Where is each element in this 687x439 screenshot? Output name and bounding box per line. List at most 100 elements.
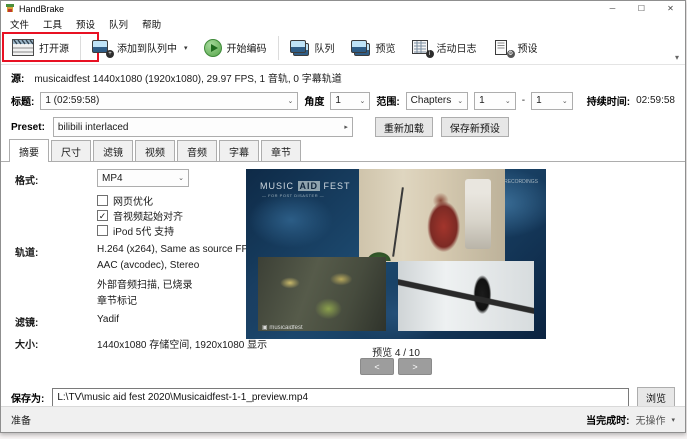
preview-image: MUSIC AID FEST — FOR POST DISASTER — TWI… <box>246 169 546 339</box>
range-dash: - <box>522 95 525 106</box>
preset-label: Preset: <box>11 122 45 133</box>
toolbar-separator <box>80 36 81 60</box>
tab-video[interactable]: 视频 <box>135 140 175 161</box>
checkbox-icon[interactable] <box>97 195 108 206</box>
preview-prev-button[interactable]: < <box>360 358 394 375</box>
menu-file[interactable]: 文件 <box>3 16 36 32</box>
chevron-down-icon: ⌄ <box>499 97 511 105</box>
window-title: HandBrake <box>19 4 64 14</box>
tab-subtitles[interactable]: 字幕 <box>219 140 259 161</box>
add-to-queue-icon: + <box>92 40 112 56</box>
save-path-input[interactable] <box>52 388 629 407</box>
range-to-select[interactable]: 1 ⌄ <box>531 92 573 110</box>
add-to-queue-button[interactable]: + 添加到队列中 ▾ <box>84 36 196 60</box>
menu-tools[interactable]: 工具 <box>36 16 69 32</box>
chevron-down-icon: ⌄ <box>172 174 184 182</box>
preview-next-button[interactable]: > <box>398 358 432 375</box>
titlebar: HandBrake ─ ☐ ✕ <box>1 1 685 16</box>
menu-queue[interactable]: 队列 <box>102 16 135 32</box>
open-source-label: 打开源 <box>39 40 69 55</box>
statusbar: 准备 当完成时: 无操作 ▾ <box>1 406 685 432</box>
tab-audio[interactable]: 音频 <box>177 140 217 161</box>
chevron-down-icon: ⌄ <box>451 97 463 105</box>
title-label: 标题: <box>11 93 34 108</box>
track-line: 外部音频扫描, 已烧录 <box>97 276 193 291</box>
range-type-select[interactable]: Chapters ⌄ <box>406 92 468 110</box>
tab-chapters[interactable]: 章节 <box>261 140 301 161</box>
preset-select[interactable]: bilibili interlaced ▸ <box>53 117 353 137</box>
activity-log-icon: i <box>412 40 432 56</box>
when-done-label: 当完成时: <box>586 412 629 427</box>
preset-row: Preset: bilibili interlaced ▸ 重新加载 保存新预设 <box>1 113 685 141</box>
angle-label: 角度 <box>304 93 324 108</box>
checkbox-icon[interactable] <box>97 225 108 236</box>
preview-watermark: ▣ musicaidfest <box>262 324 303 331</box>
presets-button[interactable]: ⚙ 预设 <box>485 36 546 60</box>
align-av-start-checkbox[interactable]: 音视频起始对齐 <box>97 208 183 223</box>
clapperboard-icon <box>12 39 34 56</box>
web-optimized-checkbox[interactable]: 网页优化 <box>97 193 153 208</box>
chevron-right-icon: ▸ <box>338 123 348 131</box>
tab-summary[interactable]: 摘要 <box>9 139 49 161</box>
preview-icon <box>351 40 371 56</box>
tab-dimensions[interactable]: 尺寸 <box>51 140 91 161</box>
chevron-down-icon: ▾ <box>184 44 188 52</box>
preview-label: 预览 <box>376 40 396 55</box>
preview-counter: 预览 4 / 10 <box>246 344 546 359</box>
when-done-select[interactable]: 无操作 <box>635 412 665 427</box>
size-value: 1440x1080 存储空间, 1920x1080 显示 <box>97 336 267 351</box>
musicaidfest-logo: MUSIC AID FEST <box>260 181 351 191</box>
tab-bar: 摘要 尺寸 滤镜 视频 音频 字幕 章节 <box>1 141 685 161</box>
chevron-down-icon: ⌄ <box>556 97 568 105</box>
preview-button[interactable]: 预览 <box>343 36 404 60</box>
toolbar: 打开源 + 添加到队列中 ▾ 开始编码 队列 预览 <box>1 31 685 65</box>
open-source-button[interactable]: 打开源 <box>4 35 77 60</box>
format-label: 格式: <box>15 172 38 187</box>
maximize-icon[interactable]: ☐ <box>627 1 656 15</box>
source-row: 源: musicaidfest 1440x1080 (1920x1080), 2… <box>1 67 685 88</box>
angle-select[interactable]: 1 ⌄ <box>330 92 370 110</box>
ipod-support-checkbox[interactable]: iPod 5代 支持 <box>97 223 174 238</box>
presets-label: 预设 <box>518 40 538 55</box>
save-new-preset-button[interactable]: 保存新预设 <box>441 117 509 137</box>
presets-icon: ⚙ <box>493 40 513 56</box>
menu-help[interactable]: 帮助 <box>135 16 168 32</box>
save-as-label: 保存为: <box>11 390 44 405</box>
duration-value: 02:59:58 <box>636 95 675 106</box>
start-encode-label: 开始编码 <box>227 40 267 55</box>
preview-panel-drummer <box>258 257 386 331</box>
duration-label: 持续时间: <box>587 93 630 108</box>
preview-panel-guitarist <box>398 261 534 331</box>
filters-value: Yadif <box>97 314 119 325</box>
activity-log-button[interactable]: i 活动日志 <box>404 36 485 60</box>
minimize-icon[interactable]: ─ <box>598 1 627 15</box>
tab-filters[interactable]: 滤镜 <box>93 140 133 161</box>
queue-icon <box>290 40 310 56</box>
track-line: AAC (avcodec), Stereo <box>97 260 199 271</box>
queue-label: 队列 <box>315 40 335 55</box>
queue-button[interactable]: 队列 <box>282 36 343 60</box>
title-row: 标题: 1 (02:59:58) ⌄ 角度 1 ⌄ 范围: Chapters ⌄… <box>1 88 685 113</box>
logo-subtitle: — FOR POST DISASTER — <box>262 193 324 198</box>
toolbar-overflow-icon[interactable]: ▾ <box>675 53 679 62</box>
browse-button[interactable]: 浏览 <box>637 387 675 408</box>
menubar: 文件 工具 预设 队列 帮助 <box>1 16 685 31</box>
chevron-down-icon: ⌄ <box>281 97 293 105</box>
handbrake-logo-icon <box>5 4 15 14</box>
menu-presets[interactable]: 预设 <box>69 16 102 32</box>
track-line: 章节标记 <box>97 292 137 307</box>
summary-panel: 格式: MP4 ⌄ 网页优化 音视频起始对齐 iPod 5代 支持 轨道: H.… <box>1 161 685 381</box>
chevron-down-icon: ⌄ <box>353 97 365 105</box>
format-select[interactable]: MP4 ⌄ <box>97 169 189 187</box>
filters-label: 滤镜: <box>15 314 38 329</box>
close-icon[interactable]: ✕ <box>656 1 685 15</box>
range-label: 范围: <box>376 93 399 108</box>
title-select[interactable]: 1 (02:59:58) ⌄ <box>40 92 298 110</box>
activity-log-label: 活动日志 <box>437 40 477 55</box>
start-encode-button[interactable]: 开始编码 <box>196 35 275 61</box>
checkbox-icon[interactable] <box>97 210 108 221</box>
toolbar-separator <box>278 36 279 60</box>
range-from-select[interactable]: 1 ⌄ <box>474 92 516 110</box>
reload-preset-button[interactable]: 重新加载 <box>375 117 433 137</box>
chevron-down-icon: ▾ <box>671 416 675 424</box>
